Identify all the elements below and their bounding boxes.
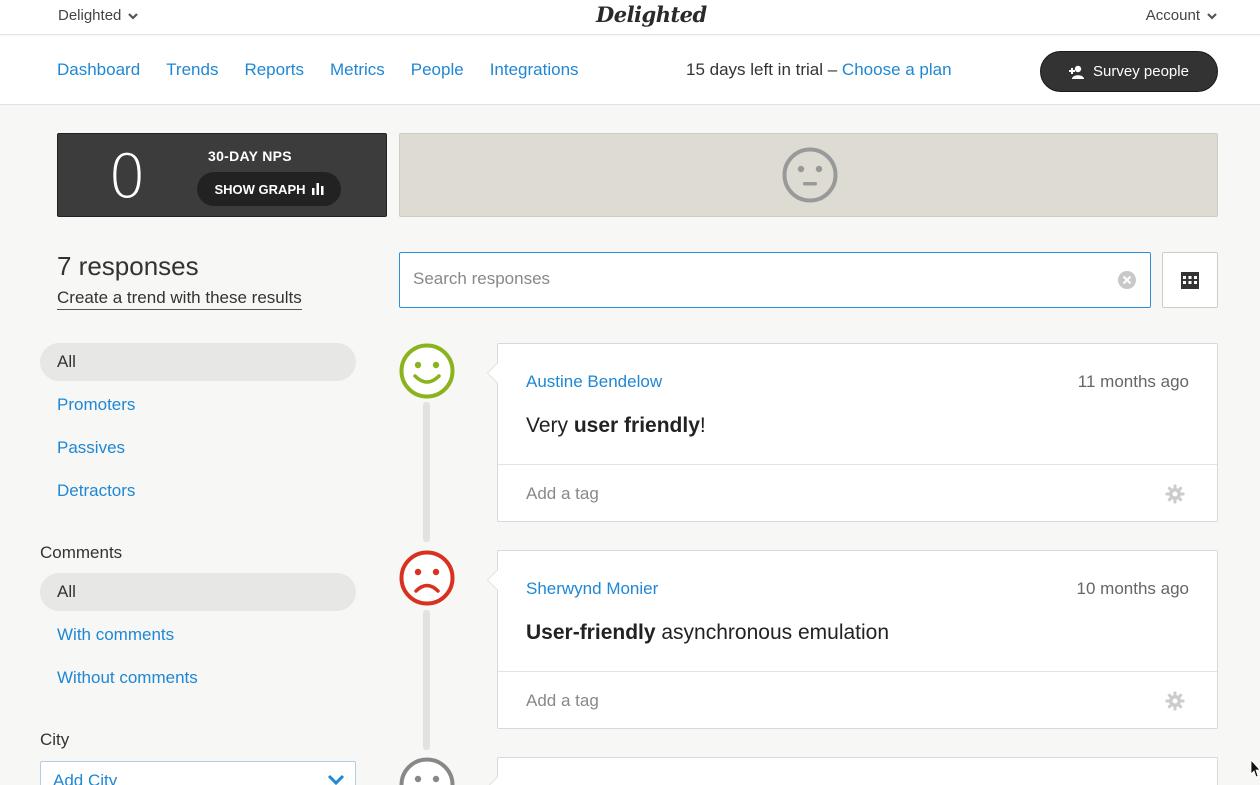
tag-row: Add a tag [498,464,1217,521]
response-count: 7 responses [57,251,199,281]
logo[interactable]: Delighted [596,2,707,27]
city-select[interactable]: Add City [40,761,356,785]
nps-label: 30-DAY NPS [208,148,292,164]
show-graph-button[interactable]: SHOW GRAPH [197,172,341,206]
respondent-name[interactable]: Sherwynd Monier [526,579,658,599]
show-graph-label: SHOW GRAPH [214,181,306,197]
account-label: Account [1145,7,1200,24]
top-bar: Delighted Delighted Account [0,0,1260,35]
filter-promoters[interactable]: Promoters [40,386,356,424]
comment-filter-with[interactable]: With comments [40,616,356,654]
filter-all[interactable]: All [40,343,356,381]
sad-face-icon [399,550,455,606]
nps-score-panel: 0 30-DAY NPS SHOW GRAPH [57,133,387,217]
city-label: City [40,730,70,749]
nav-links: Dashboard Trends Reports Metrics People … [57,60,579,80]
response-comment: User-friendly asynchronous emulation [526,621,890,644]
search-box [399,252,1151,308]
tag-row: Add a tag [498,671,1217,728]
create-trend-link[interactable]: Create a trend with these results [57,288,302,310]
org-switcher[interactable]: Delighted [58,7,139,24]
filter-passives[interactable]: Passives [40,429,356,467]
nps-sentiment-panel [399,133,1218,217]
date-filter-button[interactable] [1162,252,1218,308]
bar-chart-icon [311,183,323,195]
response-card: Sherwynd Monier 10 months ago User-frien… [487,550,1218,729]
neutral-face-icon [782,147,838,203]
neutral-face-icon [399,757,455,785]
survey-people-button[interactable]: Survey people [1040,51,1218,92]
gear-icon[interactable] [1165,691,1185,711]
comment-filter-all[interactable]: All [40,573,356,611]
survey-people-label: Survey people [1093,63,1189,80]
response-card [487,757,1218,785]
nav-trends[interactable]: Trends [166,60,218,80]
response-time: 11 months ago [1077,372,1189,391]
org-name: Delighted [58,7,122,24]
nps-score: 0 [108,142,147,212]
comment-filter-without[interactable]: Without comments [40,659,356,697]
timeline-connector [423,610,430,750]
nav-integrations[interactable]: Integrations [490,60,579,80]
nav-dashboard[interactable]: Dashboard [57,60,140,80]
search-input[interactable] [413,253,1093,305]
comments-label: Comments [40,543,123,562]
trial-notice: 15 days left in trial – Choose a plan [686,60,952,80]
account-menu[interactable]: Account [1146,7,1218,24]
chevron-down-icon [1207,12,1217,20]
choose-plan-link[interactable]: Choose a plan [842,60,952,79]
add-tag-input[interactable]: Add a tag [526,691,599,711]
response-time: 10 months ago [1076,579,1189,598]
response-card: Austine Bendelow 11 months ago Very user… [487,343,1218,522]
chevron-down-icon [128,12,139,20]
nav-metrics[interactable]: Metrics [330,60,385,80]
nav-reports[interactable]: Reports [244,60,304,80]
response-comment: Very user friendly! [526,414,706,437]
chevron-down-icon [327,774,345,785]
add-tag-input[interactable]: Add a tag [526,484,599,504]
respondent-name[interactable]: Austine Bendelow [526,372,662,392]
main-nav: Dashboard Trends Reports Metrics People … [0,36,1260,105]
clear-icon[interactable] [1118,271,1136,289]
city-select-value: Add City [53,771,118,785]
happy-face-icon [399,343,455,399]
trial-text: 15 days left in trial – [686,60,842,79]
nav-people[interactable]: People [411,60,464,80]
gear-icon[interactable] [1165,484,1185,504]
add-person-icon [1069,65,1085,79]
calendar-icon [1181,272,1199,289]
timeline-connector [423,402,430,542]
cursor-icon [1250,759,1260,778]
filter-detractors[interactable]: Detractors [40,472,356,510]
